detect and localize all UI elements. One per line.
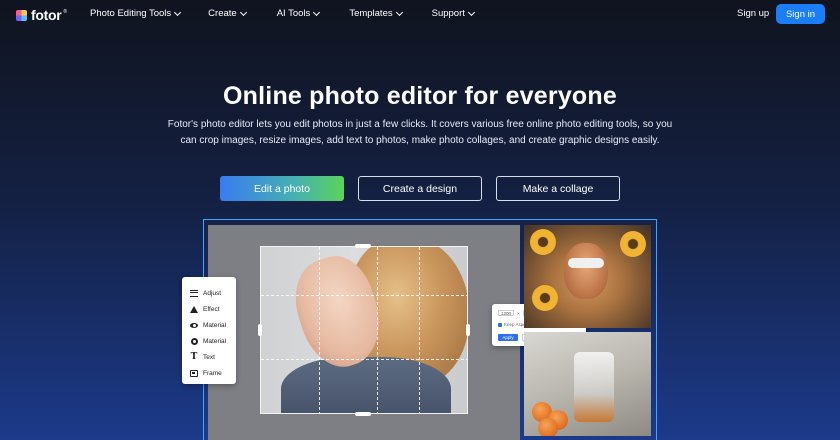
sunflower-shape [532,285,558,311]
tool-material-2[interactable]: Material [190,333,236,349]
registered-mark: ® [63,9,68,15]
orange-shape [538,418,558,436]
sliders-icon [190,289,198,297]
width-field[interactable]: 1200 [498,310,514,316]
portrait-face [564,243,608,299]
crop-grid-line [419,247,420,413]
logo-icon [16,9,27,21]
apply-button[interactable]: Apply [498,334,518,341]
glass-shape [574,352,614,422]
tool-effect[interactable]: Effect [190,301,236,317]
menu-label: AI Tools [276,8,311,19]
frame-icon [190,369,198,377]
times-sign: × [517,310,520,316]
crop-grid-line [319,247,320,413]
tool-label: Material [203,321,227,329]
tool-adjust[interactable]: Adjust [190,285,236,301]
crop-grid-line [377,247,378,413]
menu-label: Photo Editing Tools [90,8,172,19]
make-collage-button[interactable]: Make a collage [496,176,620,201]
tool-label: Material [203,337,227,345]
main-menu: Photo Editing Tools Create AI Tools Temp… [90,8,475,19]
fotor-logo[interactable]: fotor ® [16,7,67,23]
crop-photo[interactable] [260,246,468,414]
sign-in-button[interactable]: Sign in [776,4,825,24]
checkbox-icon [498,322,502,327]
crop-handle-right[interactable] [466,324,470,336]
crop-grid-line [261,359,467,360]
tool-label: Text [203,353,215,361]
circle-icon [190,337,198,345]
logo-text: fotor [31,7,62,23]
menu-templates[interactable]: Templates [349,8,403,19]
portrait-mask [568,258,604,268]
tool-text[interactable]: T Text [190,349,236,365]
tool-label: Frame [203,369,222,377]
menu-photo-editing-tools[interactable]: Photo Editing Tools [90,8,182,19]
create-design-button[interactable]: Create a design [358,176,482,201]
page-title: Online photo editor for everyone [223,82,617,110]
sign-up-link[interactable]: Sign up [737,8,769,19]
crop-handle-bottom[interactable] [355,412,371,416]
sunflower-shape [620,231,646,257]
tool-label: Adjust [203,289,222,297]
menu-label: Support [431,8,465,19]
hero-description: Fotor's photo editor lets you edit photo… [167,119,673,146]
chevron-down-icon [467,8,475,16]
edit-photo-button[interactable]: Edit a photo [220,176,344,201]
top-nav: fotor ® Photo Editing Tools Create AI To… [0,0,840,28]
thumbnail-sunflower-portrait[interactable] [524,225,651,328]
flask-icon [190,305,198,313]
crop-grid-line [261,295,467,296]
tool-label: Effect [203,305,220,313]
menu-label: Templates [349,8,393,19]
menu-create[interactable]: Create [208,8,247,19]
text-icon: T [190,352,198,362]
menu-label: Create [208,8,237,19]
tools-panel: Adjust Effect Material Material T Text F… [182,277,236,384]
sunflower-shape [530,229,556,255]
thumbnail-drink-still-life[interactable] [524,332,651,436]
chevron-down-icon [395,8,403,16]
crop-handle-top[interactable] [355,244,371,248]
tool-material[interactable]: Material [190,317,236,333]
menu-support[interactable]: Support [431,8,475,19]
menu-ai-tools[interactable]: AI Tools [276,8,321,19]
chevron-down-icon [239,8,247,16]
photo-sweater [281,357,451,413]
crop-handle-left[interactable] [258,324,262,336]
eye-icon [190,321,198,329]
chevron-down-icon [313,8,321,16]
chevron-down-icon [174,8,182,16]
tool-frame[interactable]: Frame [190,365,236,381]
